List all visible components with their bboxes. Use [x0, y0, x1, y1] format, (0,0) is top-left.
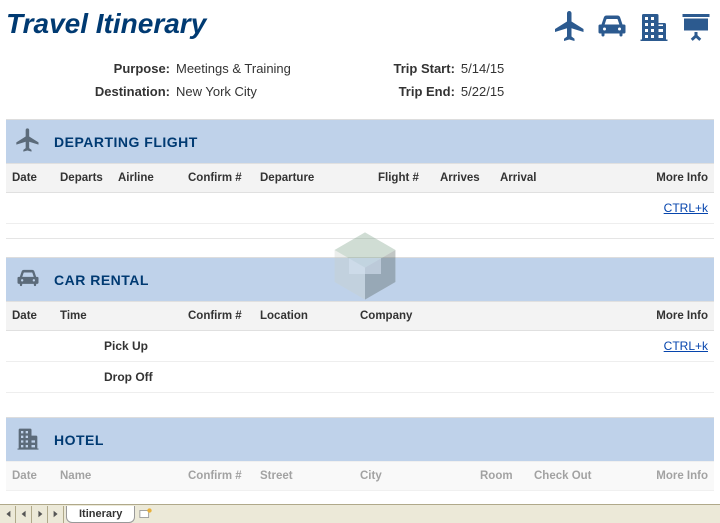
car-columns: Date Time Confirm # Location Company Mor… — [6, 301, 714, 331]
sheet-nav-prev[interactable] — [16, 506, 32, 523]
flight-moreinfo-link[interactable]: CTRL+k — [636, 201, 708, 215]
building-icon — [14, 424, 42, 455]
hotel-section-title: HOTEL — [54, 432, 104, 448]
section-header-hotel: HOTEL — [6, 417, 714, 461]
col-city: City — [360, 470, 480, 482]
col-date: Date — [12, 310, 60, 322]
col-room: Room — [480, 470, 534, 482]
col-location: Location — [260, 310, 360, 322]
col-company: Company — [360, 310, 636, 322]
airplane-icon — [552, 8, 588, 47]
col-checkout: Check Out — [534, 470, 636, 482]
car-section-title: CAR RENTAL — [54, 272, 149, 288]
col-departure: Departure — [260, 172, 378, 184]
col-confirm: Confirm # — [188, 172, 260, 184]
flight-data-row: CTRL+k — [6, 193, 714, 224]
airplane-icon — [14, 126, 42, 157]
trip-start-value: 5/14/15 — [461, 61, 504, 76]
car-moreinfo-link[interactable]: CTRL+k — [636, 339, 708, 353]
col-flight: Flight # — [378, 172, 440, 184]
trip-end-label: Trip End: — [351, 84, 461, 99]
car-pickup-row: Pick Up CTRL+k — [6, 331, 714, 362]
car-pickup-label: Pick Up — [60, 339, 188, 353]
col-name: Name — [60, 470, 188, 482]
car-icon — [14, 264, 42, 295]
purpose-value: Meetings & Training — [176, 61, 291, 76]
trip-start-label: Trip Start: — [351, 61, 461, 76]
car-icon — [594, 8, 630, 47]
col-street: Street — [260, 470, 360, 482]
car-dropoff-label: Drop Off — [60, 370, 188, 384]
sheet-options-icon[interactable] — [139, 507, 153, 521]
col-date: Date — [12, 172, 60, 184]
sheet-nav-last[interactable] — [48, 506, 64, 523]
col-time: Time — [60, 310, 188, 322]
col-arrival: Arrival — [500, 172, 636, 184]
col-moreinfo: More Info — [636, 172, 708, 184]
car-dropoff-row: Drop Off — [6, 362, 714, 393]
section-header-flight: DEPARTING FLIGHT — [6, 119, 714, 163]
section-header-car: CAR RENTAL — [6, 257, 714, 301]
flight-section-title: DEPARTING FLIGHT — [54, 134, 198, 150]
sheet-nav-first[interactable] — [0, 506, 16, 523]
col-confirm: Confirm # — [188, 310, 260, 322]
building-icon — [636, 8, 672, 47]
purpose-label: Purpose: — [66, 61, 176, 76]
sheet-tab-bar: Itinerary — [0, 504, 720, 523]
col-date: Date — [12, 470, 60, 482]
page-title: Travel Itinerary — [6, 8, 206, 40]
sheet-nav-next[interactable] — [32, 506, 48, 523]
flight-columns: Date Departs Airline Confirm # Departure… — [6, 163, 714, 193]
destination-label: Destination: — [66, 84, 176, 99]
col-departs: Departs — [60, 172, 118, 184]
sheet-tab-itinerary[interactable]: Itinerary — [66, 506, 135, 523]
presentation-icon — [678, 8, 714, 47]
col-moreinfo: More Info — [636, 310, 708, 322]
col-arrives: Arrives — [440, 172, 500, 184]
col-airline: Airline — [118, 172, 188, 184]
trip-end-value: 5/22/15 — [461, 84, 504, 99]
destination-value: New York City — [176, 84, 257, 99]
hotel-columns: Date Name Confirm # Street City Room Che… — [6, 461, 714, 491]
col-moreinfo: More Info — [636, 470, 708, 482]
col-confirm: Confirm # — [188, 470, 260, 482]
